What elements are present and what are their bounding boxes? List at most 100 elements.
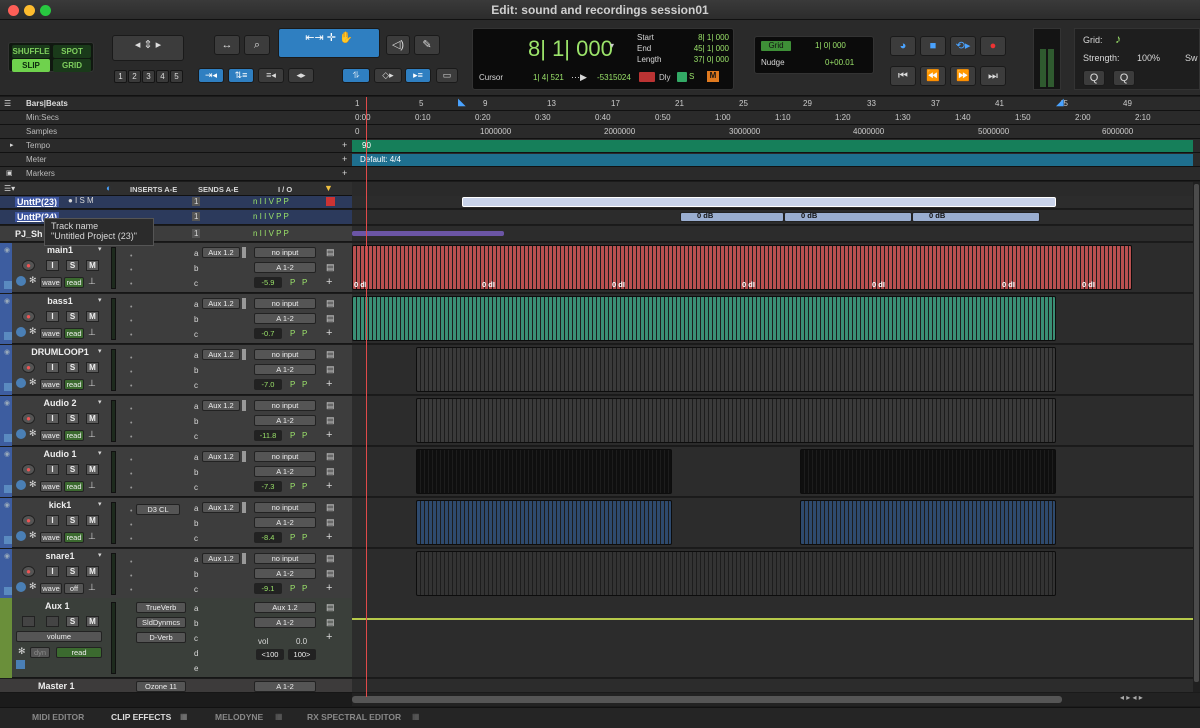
solo-button[interactable]: S (66, 616, 79, 627)
untp23-lane[interactable] (352, 196, 1193, 209)
audio-clip[interactable] (416, 500, 672, 545)
master-insert[interactable]: Ozone 11 (136, 681, 186, 692)
ruler-menu-icon[interactable]: ☰ (4, 99, 11, 108)
tab-to-transients-button[interactable]: ⇅≡ (228, 68, 254, 83)
clip-gain-label[interactable]: 0 dB (801, 211, 817, 220)
audio-clip[interactable] (800, 500, 1056, 545)
pan-left[interactable]: <100 (256, 649, 284, 660)
snowflake-icon[interactable]: ✻ (29, 326, 37, 337)
zoom-scroll-icons[interactable]: ◂ ▸ ◂ ▸ (1120, 693, 1143, 702)
main-counter-value[interactable]: 8| 1| 000 (528, 36, 613, 62)
fast-forward-button[interactable]: ⏩ (950, 66, 976, 86)
audio-clip[interactable] (352, 296, 1056, 341)
view-selector[interactable]: volume (16, 631, 102, 642)
record-button[interactable] (22, 616, 35, 627)
io-indicator-icon[interactable]: n I I V P P (253, 229, 289, 238)
mute-button[interactable]: M (86, 515, 99, 526)
go-to-end-button[interactable]: ⏭ (980, 66, 1006, 86)
track-name[interactable]: Audio 2 (22, 398, 98, 408)
input-monitor-button[interactable] (46, 616, 59, 627)
automation-mode[interactable]: read (64, 328, 84, 339)
solo-button[interactable]: S (66, 260, 79, 271)
markers-ruler[interactable]: ▣ Markers + (0, 167, 1200, 181)
track-lane[interactable]: 0 dI 0 dI 0 dI 0 dI 0 dI 0 dI 0 dI (352, 243, 1193, 293)
track-lane[interactable] (352, 549, 1193, 599)
add-icon[interactable]: + (326, 582, 332, 594)
io-indicator-icon[interactable]: n I I V P P (253, 212, 289, 221)
track-controls-icon[interactable]: ● I S M (68, 196, 94, 205)
track-config-icon[interactable] (4, 383, 12, 391)
scroll-thumb[interactable] (352, 696, 1062, 703)
mute-button[interactable]: M (86, 464, 99, 475)
mute-button[interactable]: M (86, 311, 99, 322)
audio-track[interactable]: ◉ Audio 1 ▾ ● I S M ✻ wave read ⊥ • • • … (0, 447, 352, 497)
io-indicator-icon[interactable]: n I I V P P (253, 197, 289, 206)
track-select-icon[interactable]: ◉ (4, 297, 10, 305)
send-a[interactable]: Aux 1.2 (202, 451, 240, 462)
mute-button[interactable]: M (86, 362, 99, 373)
snowflake-icon[interactable]: ✻ (29, 530, 37, 541)
add-icon[interactable]: + (326, 531, 332, 543)
list-icon[interactable]: ▤ (326, 415, 335, 426)
send-a[interactable]: Aux 1.2 (202, 502, 240, 513)
shuffle-mode-button[interactable]: SHUFFLE (12, 45, 50, 58)
audio-track[interactable]: ◉ main1 ▾ ● I S M ✻ wave read ⊥ • • • a … (0, 243, 352, 293)
clip-gain-label[interactable]: 0 dI (1002, 280, 1015, 289)
volume-value[interactable]: -5.9 (254, 277, 282, 288)
grid-mode-button[interactable]: GRID (53, 59, 91, 72)
audio-clip[interactable] (416, 551, 1056, 596)
pj-sh-lane[interactable] (352, 226, 1193, 242)
aux-volume-line[interactable] (352, 618, 1193, 620)
view-selector[interactable]: wave (40, 430, 62, 441)
view-selector[interactable]: wave (40, 532, 62, 543)
list-icon[interactable]: ▤ (326, 349, 335, 360)
automation-mode[interactable]: off (64, 583, 84, 594)
track-select-icon[interactable]: ◉ (4, 348, 10, 356)
pencil-tool[interactable]: ✎ (414, 35, 440, 55)
track-name[interactable]: Master 1 (38, 681, 75, 691)
track-select-icon[interactable]: ◉ (4, 246, 10, 254)
track-config-icon[interactable] (4, 434, 12, 442)
timebase-icon[interactable]: ⊥ (88, 276, 96, 287)
list-icon[interactable]: ▤ (326, 298, 335, 309)
snowflake-icon[interactable]: ✻ (29, 581, 37, 592)
record-button[interactable]: ● (22, 515, 35, 526)
audio-clip[interactable] (416, 449, 672, 494)
track-name[interactable]: bass1 (22, 296, 98, 306)
vscroll-thumb[interactable] (1194, 184, 1199, 682)
clip-gain-label[interactable]: 0 dI (742, 280, 755, 289)
automation-mode[interactable]: read (64, 532, 84, 543)
input-selector[interactable]: no input (254, 502, 316, 513)
send-a[interactable]: Aux 1.2 (202, 349, 240, 360)
track-config-icon[interactable] (4, 587, 12, 595)
rtz-button[interactable]: ⏮ (890, 66, 916, 86)
track-config-icon[interactable] (4, 281, 12, 289)
solo-counter-badge[interactable]: S (689, 72, 694, 81)
volume-value[interactable]: -9.1 (254, 583, 282, 594)
cursor-follows-button[interactable]: ◇▸ (374, 68, 402, 83)
mute-button[interactable]: M (86, 260, 99, 271)
quantize-settings-button[interactable]: Q (1113, 70, 1135, 86)
timebase-icon[interactable]: ⊥ (88, 480, 96, 491)
counter-dropdown-icon[interactable]: ▾ (610, 41, 614, 50)
pan-indicator[interactable]: P (290, 584, 295, 593)
pan-indicator[interactable]: P (302, 584, 307, 593)
audio-track[interactable]: ◉ Audio 2 ▾ ● I S M ✻ wave read ⊥ • • • … (0, 396, 352, 446)
timebase-icon[interactable]: ⊥ (88, 429, 96, 440)
track-menu-icon[interactable]: ▾ (98, 245, 102, 253)
send-slot-number[interactable]: 1 (192, 229, 201, 238)
insert-b[interactable]: SldDynmcs (136, 617, 186, 628)
input-selector[interactable]: no input (254, 451, 316, 462)
add-tempo-icon[interactable]: + (342, 140, 347, 150)
color-icon[interactable]: ◐ (106, 183, 111, 193)
playhead[interactable] (366, 97, 367, 697)
elastic-icon[interactable] (16, 276, 26, 286)
record-button[interactable]: ● (22, 311, 35, 322)
selection-start-marker-icon[interactable]: ◣ (458, 97, 466, 108)
input-selector[interactable]: no input (254, 349, 316, 360)
add-icon[interactable]: + (326, 429, 332, 441)
send-a[interactable]: Aux 1.2 (202, 298, 240, 309)
track-name[interactable]: kick1 (22, 500, 98, 510)
record-button[interactable]: ● (22, 260, 35, 271)
pan-indicator[interactable]: P (290, 431, 295, 440)
